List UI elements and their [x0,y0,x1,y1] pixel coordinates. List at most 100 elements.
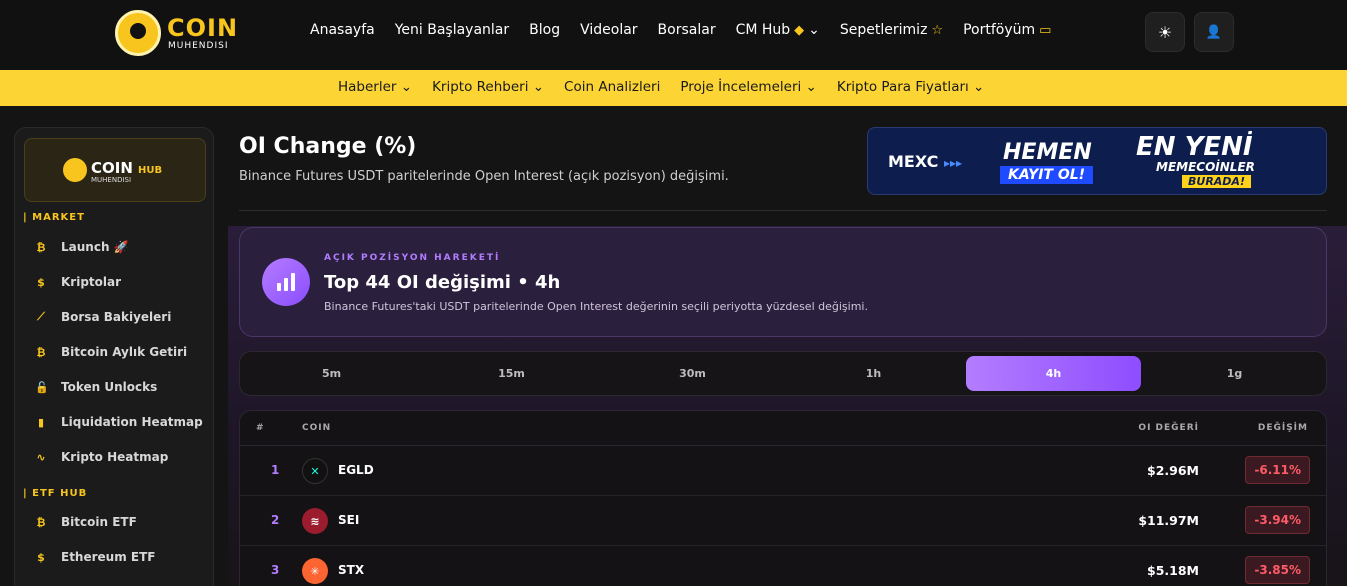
banner-en-yeni: EN YENİ [1136,132,1253,162]
page-description: Binance Futures USDT paritelerinde Open … [239,169,729,184]
wallet-icon: ▭ [1039,22,1052,38]
category-item-kripto-rehberi[interactable]: Kripto Rehberi ⌄ [432,79,544,95]
stx-coin-icon: ✳ [302,558,328,584]
tab-5m[interactable]: 5m [244,356,419,391]
nav-item-videolar[interactable]: Videolar [580,22,637,38]
nav-label: Borsalar [657,22,716,38]
sidebar-item-liquidation-heatmap[interactable]: ▮ Liquidation Heatmap [35,415,203,429]
sidebar-item-token-unlocks[interactable]: 🔓 Token Unlocks [35,380,157,394]
sidebar: COIN MUHENDISI HUB | MARKET ₿ Launch 🚀 $… [14,127,214,586]
oi-table: # COIN OI DEĞERİ DEĞİŞİM 1 ✕ EGLD $2.96M… [239,410,1327,586]
row-oi-value: $11.97M [1138,513,1199,528]
table-row[interactable]: 3 ✳ STX $5.18M -3.85% [240,546,1326,586]
column-header-oi[interactable]: OI DEĞERİ [1138,423,1199,433]
banner-burada: BURADA! [1182,175,1251,188]
bar-chart-icon [262,258,310,306]
column-header-coin[interactable]: COIN [302,423,331,433]
theme-toggle-button[interactable]: ☀ [1145,12,1185,52]
category-nav: Haberler ⌄ Kripto Rehberi ⌄ Coin Analizl… [338,79,984,95]
tab-30m[interactable]: 30m [605,356,780,391]
sidebar-item-label: Kriptolar [61,275,122,289]
tab-1h[interactable]: 1h [786,356,961,391]
nav-item-blog[interactable]: Blog [529,22,560,38]
arrows-icon: ▸▸▸ [943,156,963,170]
category-item-proje-incelemeleri[interactable]: Proje İncelemeleri ⌄ [680,79,817,95]
sidebar-section-etf-hub: | ETF HUB [23,488,88,499]
hero-title: Top 44 OI değişimi • 4h [324,272,561,293]
category-item-haberler[interactable]: Haberler ⌄ [338,79,412,95]
column-header-rank: # [256,423,265,433]
tab-1g[interactable]: 1g [1147,356,1322,391]
dollar-coin-icon: $ [37,550,45,564]
banner-kayit-ol: KAYIT OL! [1000,166,1094,184]
row-oi-value: $5.18M [1147,563,1199,578]
sidebar-item-borsa-bakiyeleri[interactable]: ⟋ Borsa Bakiyeleri [35,310,171,324]
line-chart-icon: ⟋ [37,310,45,323]
sei-coin-icon: ≋ [302,508,328,534]
nav-item-borsalar[interactable]: Borsalar [658,22,716,38]
row-rank: 2 [271,513,280,527]
sun-icon: ☀ [1157,22,1173,42]
period-tabs: 5m 15m 30m 1h 4h 1g [239,351,1327,396]
tab-15m[interactable]: 15m [424,356,599,391]
sidebar-item-label: Bitcoin ETF [61,515,137,529]
sidebar-item-ethereum-etf[interactable]: $ Ethereum ETF [35,550,155,564]
sidebar-item-bitcoin-aylik-getiri[interactable]: ₿ Bitcoin Aylık Getiri [35,345,188,359]
banner-hemen: HEMEN [1003,140,1092,165]
sidebar-item-kriptolar[interactable]: $ Kriptolar [35,275,121,289]
category-navbar: Haberler ⌄ Kripto Rehberi ⌄ Coin Analizl… [0,70,1347,106]
row-change-badge: -3.94% [1245,506,1310,534]
dollar-coin-icon: $ [37,275,45,289]
hero-description: Binance Futures'taki USDT paritelerinde … [324,300,868,313]
sidebar-item-launch[interactable]: ₿ Launch 🚀 [35,240,129,254]
nav-label: Anasayfa [310,22,375,38]
column-header-change[interactable]: DEĞİŞİM [1258,423,1308,433]
hub-sub-text: MUHENDISI [91,176,132,184]
sidebar-item-label: Bitcoin Aylık Getiri [61,345,188,359]
page-title: OI Change (%) [239,134,417,159]
nav-item-anasayfa[interactable]: Anasayfa [310,22,375,38]
top-navbar: COIN MUHENDISI Anasayfa Yeni Başlayanlar… [0,0,1347,70]
logo-text: COIN [167,14,239,42]
category-item-coin-analizleri[interactable]: Coin Analizleri [564,79,660,95]
hub-label: HUB [138,165,163,176]
chevron-down-icon: ⌄ [808,22,820,38]
sidebar-item-kripto-heatmap[interactable]: ∿ Kripto Heatmap [35,450,168,464]
coin-hub-card[interactable]: COIN MUHENDISI HUB [24,138,206,202]
egld-coin-icon: ✕ [302,458,328,484]
row-rank: 1 [271,463,280,477]
banner-memecoinler: MEMECOİNLER [1156,160,1255,174]
hub-coin-icon [63,158,87,182]
unlock-icon: 🔓 [35,380,49,394]
table-row[interactable]: 1 ✕ EGLD $2.96M -6.11% [240,446,1326,496]
table-row[interactable]: 2 ≋ SEI $11.97M -3.94% [240,496,1326,546]
user-account-button[interactable]: 👤 [1194,12,1234,52]
bitcoin-icon: ₿ [36,240,46,254]
hub-coin-text: COIN [91,159,133,177]
nav-label: Portföyüm [963,22,1036,38]
sidebar-item-bitcoin-etf[interactable]: ₿ Bitcoin ETF [35,515,137,529]
category-item-kripto-para-fiyatlari[interactable]: Kripto Para Fiyatları ⌄ [837,79,985,95]
nav-item-sepetlerimiz[interactable]: Sepetlerimiz ☆ [840,22,943,38]
bar-chart-icon: ▮ [37,415,45,429]
header-divider [239,210,1327,211]
mexc-text: MEXC [888,152,939,171]
nav-label: Yeni Başlayanlar [394,22,510,38]
hero-eyebrow: AÇIK POZİSYON HAREKETİ [324,253,501,263]
nav-item-yeni-baslayanlar[interactable]: Yeni Başlayanlar [395,22,509,38]
sidebar-item-label: Liquidation Heatmap [61,415,203,429]
table-header: # COIN OI DEĞERİ DEĞİŞİM [240,411,1326,446]
user-icon: 👤 [1205,24,1223,40]
nav-item-cm-hub[interactable]: CM Hub ◆ ⌄ [736,22,820,38]
mexc-banner-ad[interactable]: MEXC ▸▸▸ HEMEN KAYIT OL! EN YENİ MEMECOİ… [867,127,1327,195]
tab-4h[interactable]: 4h [966,356,1141,391]
row-rank: 3 [271,563,280,577]
sidebar-item-label: Token Unlocks [61,380,158,394]
sidebar-item-label: Kripto Heatmap [61,450,169,464]
nav-label: Sepetlerimiz [839,22,928,38]
row-change-badge: -6.11% [1245,456,1310,484]
nav-item-portfoyum[interactable]: Portföyüm ▭ [963,22,1051,38]
logo-subtext: MUHENDISI [168,41,229,51]
site-logo[interactable]: COIN MUHENDISI [115,10,240,56]
bitcoin-icon: ₿ [36,345,46,359]
